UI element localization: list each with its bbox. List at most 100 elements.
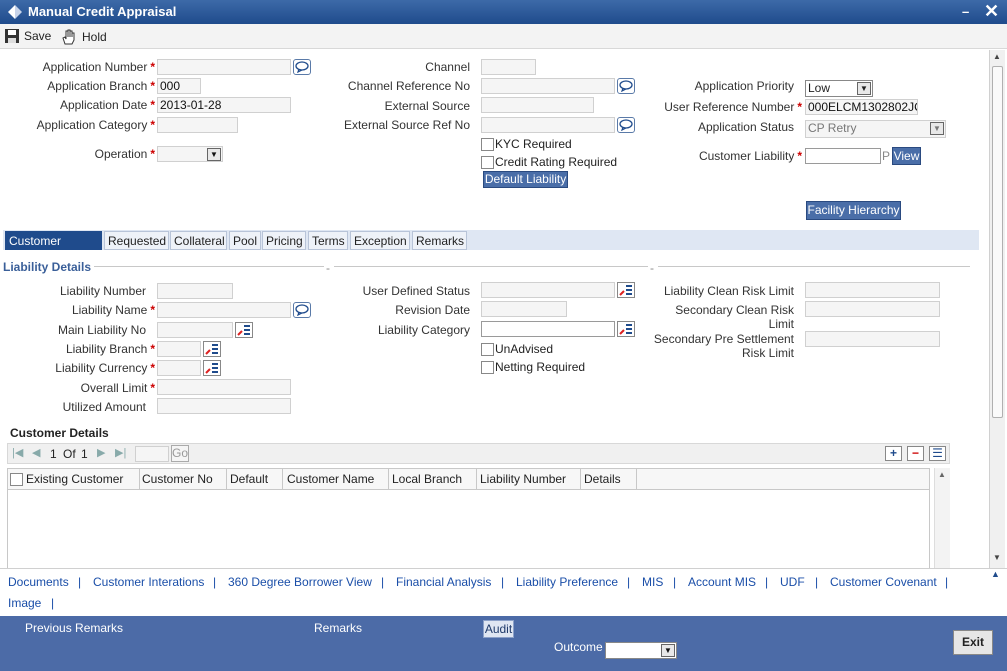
link-mis[interactable]: MIS bbox=[642, 575, 663, 589]
column-details[interactable]: Details bbox=[580, 469, 637, 489]
tab-collateral[interactable]: Collateral bbox=[170, 231, 227, 250]
liability-currency-lov-button[interactable] bbox=[203, 360, 221, 376]
add-row-icon[interactable]: + bbox=[885, 446, 902, 461]
liability-category-lov-button[interactable] bbox=[617, 321, 635, 337]
link-customer-covenant[interactable]: Customer Covenant bbox=[830, 575, 937, 589]
grid-body bbox=[7, 490, 930, 568]
column-liability-number[interactable]: Liability Number bbox=[476, 469, 581, 489]
scroll-up-icon[interactable]: ▲ bbox=[993, 52, 1001, 61]
column-default[interactable]: Default bbox=[226, 469, 283, 489]
exit-button[interactable]: Exit bbox=[953, 630, 993, 655]
save-button[interactable]: Save bbox=[4, 28, 51, 44]
go-button[interactable]: Go bbox=[171, 445, 189, 462]
link-financial-analysis[interactable]: Financial Analysis bbox=[396, 575, 491, 589]
link-separator: | bbox=[945, 575, 949, 589]
external-source-ref-lookup-button[interactable] bbox=[617, 117, 635, 133]
scrollbar-thumb[interactable] bbox=[992, 66, 1003, 418]
tab-customer-details[interactable]: Customer Details bbox=[5, 231, 102, 262]
minimize-button[interactable]: – bbox=[962, 4, 969, 19]
column-customer-no[interactable]: Customer No bbox=[138, 469, 227, 489]
revision-date-input[interactable] bbox=[481, 301, 567, 317]
default-liability-button[interactable]: Default Liability bbox=[483, 171, 568, 188]
customer-liability-input[interactable] bbox=[805, 148, 881, 164]
external-source-ref-no-input[interactable] bbox=[481, 117, 615, 133]
link-customer-interations[interactable]: Customer Interations bbox=[93, 575, 204, 589]
scroll-down-icon[interactable]: ▼ bbox=[993, 553, 1001, 562]
page-jump-input[interactable] bbox=[135, 446, 169, 462]
credit-rating-required-checkbox[interactable] bbox=[481, 156, 494, 169]
section-dash: - bbox=[650, 261, 654, 275]
liability-number-input[interactable] bbox=[157, 283, 233, 299]
channel-input[interactable] bbox=[481, 59, 536, 75]
link-account-mis[interactable]: Account MIS bbox=[688, 575, 756, 589]
liability-name-input[interactable] bbox=[157, 302, 291, 318]
application-number-input[interactable] bbox=[157, 59, 291, 75]
audit-button[interactable]: Audit bbox=[483, 620, 514, 638]
application-branch-input[interactable]: 000 bbox=[157, 78, 201, 94]
link-documents[interactable]: Documents bbox=[8, 575, 69, 589]
speech-bubble-icon bbox=[619, 119, 633, 131]
outcome-select[interactable]: ▼ bbox=[605, 642, 677, 659]
user-defined-status-input[interactable] bbox=[481, 282, 615, 298]
link-separator: | bbox=[627, 575, 631, 589]
netting-required-checkbox[interactable] bbox=[481, 361, 494, 374]
single-view-icon[interactable]: ☰ bbox=[929, 446, 946, 461]
user-defined-status-lov-button[interactable] bbox=[617, 282, 635, 298]
secondary-clean-risk-limit-input[interactable] bbox=[805, 301, 940, 317]
close-button[interactable]: ✕ bbox=[984, 1, 999, 22]
main-liability-no-input[interactable] bbox=[157, 322, 233, 338]
overall-limit-input[interactable] bbox=[157, 379, 291, 395]
tab-remarks[interactable]: Remarks bbox=[412, 231, 467, 250]
tab-requested[interactable]: Requested bbox=[104, 231, 169, 250]
title-bar: Manual Credit Appraisal – ✕ bbox=[0, 0, 1007, 24]
last-page-icon[interactable]: ▶| bbox=[115, 446, 126, 459]
operation-select[interactable]: ▼ bbox=[157, 146, 223, 162]
facility-hierarchy-button[interactable]: Facility Hierarchy bbox=[806, 201, 901, 220]
delete-row-icon[interactable]: − bbox=[907, 446, 924, 461]
channel-reference-no-input[interactable] bbox=[481, 78, 615, 94]
external-source-input[interactable] bbox=[481, 97, 594, 113]
column-local-branch[interactable]: Local Branch bbox=[388, 469, 477, 489]
liability-branch-lov-button[interactable] bbox=[203, 341, 221, 357]
previous-page-icon[interactable]: ◀ bbox=[32, 446, 40, 459]
liability-category-input[interactable] bbox=[481, 321, 615, 337]
main-scrollbar[interactable]: ▲ ▼ bbox=[989, 50, 1005, 568]
secondary-pre-settlement-label-line2: Risk Limit bbox=[741, 346, 794, 360]
liability-currency-input[interactable] bbox=[157, 360, 201, 376]
first-page-icon[interactable]: |◀ bbox=[12, 446, 23, 459]
link-liability-preference[interactable]: Liability Preference bbox=[516, 575, 618, 589]
collapse-arrow-icon[interactable]: ▲ bbox=[991, 569, 1000, 579]
main-liability-lov-button[interactable] bbox=[235, 322, 253, 338]
application-category-input[interactable] bbox=[157, 117, 238, 133]
unadvised-checkbox[interactable] bbox=[481, 343, 494, 356]
view-button[interactable]: View bbox=[892, 147, 921, 165]
application-status-select[interactable]: CP Retry ▼ bbox=[805, 120, 946, 138]
scroll-up-icon[interactable]: ▲ bbox=[938, 470, 946, 479]
liability-clean-risk-limit-input[interactable] bbox=[805, 282, 940, 298]
customer-liability-label: Customer Liability * bbox=[698, 149, 802, 163]
link-udf[interactable]: UDF bbox=[780, 575, 805, 589]
app-logo-icon bbox=[8, 5, 22, 19]
liability-branch-input[interactable] bbox=[157, 341, 201, 357]
kyc-required-checkbox[interactable] bbox=[481, 138, 494, 151]
grid-scrollbar[interactable]: ▲ bbox=[934, 468, 950, 568]
hold-button[interactable]: Hold bbox=[60, 28, 107, 46]
section-divider bbox=[94, 266, 324, 267]
application-priority-select[interactable]: Low ▼ bbox=[805, 80, 873, 97]
tab-pricing[interactable]: Pricing bbox=[262, 231, 306, 250]
link-image[interactable]: Image bbox=[8, 596, 41, 610]
column-customer-name[interactable]: Customer Name bbox=[283, 469, 389, 489]
channel-reference-lookup-button[interactable] bbox=[617, 78, 635, 94]
tab-terms[interactable]: Terms bbox=[308, 231, 348, 250]
tab-exception[interactable]: Exception bbox=[350, 231, 410, 250]
link-separator: | bbox=[673, 575, 677, 589]
save-icon bbox=[5, 29, 19, 43]
application-date-input[interactable]: 2013-01-28 bbox=[157, 97, 291, 113]
column-existing-customer[interactable]: Existing Customer bbox=[22, 469, 140, 489]
tab-pool[interactable]: Pool bbox=[229, 231, 261, 250]
utilized-amount-input[interactable] bbox=[157, 398, 291, 414]
link-360-degree-borrower-view[interactable]: 360 Degree Borrower View bbox=[228, 575, 372, 589]
secondary-pre-settlement-input[interactable] bbox=[805, 331, 940, 347]
next-page-icon[interactable]: ▶ bbox=[97, 446, 105, 459]
user-reference-number-input[interactable]: 000ELCM1302802JC bbox=[805, 99, 918, 115]
